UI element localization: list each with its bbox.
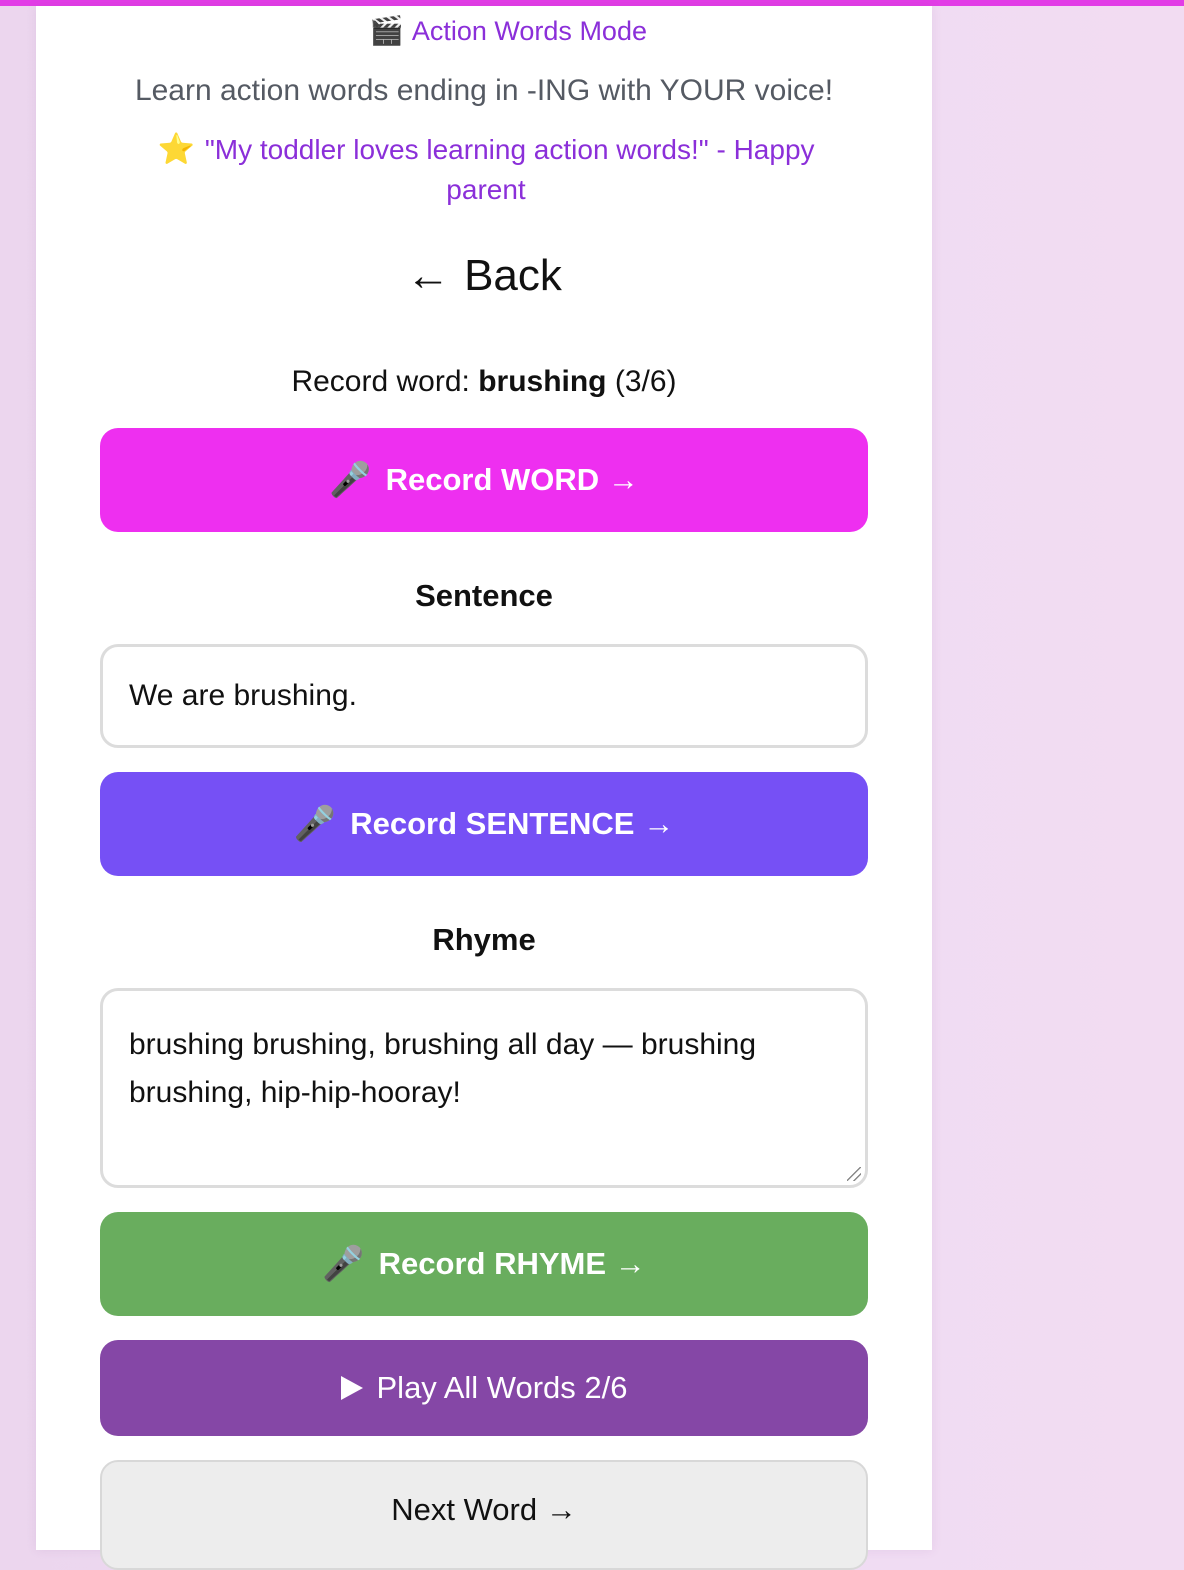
play-icon: [340, 1376, 363, 1400]
clapper-board-icon: 🎬: [369, 15, 404, 46]
mode-title-text: Action Words Mode: [411, 16, 647, 46]
next-word-button[interactable]: Next Word →: [100, 1460, 868, 1570]
record-rhyme-button-label: Record RHYME →: [378, 1246, 646, 1281]
rhyme-textarea-value: brushing brushing, brushing all day — br…: [129, 1028, 757, 1109]
back-button[interactable]: ← Back: [36, 248, 932, 304]
microphone-icon: 🎤: [322, 1245, 365, 1283]
record-word-button[interactable]: 🎤 Record WORD →: [100, 428, 868, 532]
record-sentence-button-label: Record SENTENCE →: [350, 806, 675, 841]
sentence-input-value: We are brushing.: [129, 679, 357, 712]
back-arrow-icon: ←: [406, 251, 451, 300]
record-sentence-button[interactable]: 🎤 Record SENTENCE →: [100, 772, 868, 876]
back-label: Back: [464, 251, 562, 300]
subtitle: Learn action words ending in -ING with Y…: [134, 74, 834, 107]
next-word-label: Next Word →: [391, 1492, 577, 1527]
word-progress: (3/6): [614, 365, 677, 398]
rhyme-textarea[interactable]: brushing brushing, brushing all day — br…: [100, 988, 868, 1188]
testimonial-text: "My toddler loves learning action words!…: [204, 134, 815, 205]
rhyme-label: Rhyme: [432, 922, 536, 957]
record-word-prefix: Record word:: [291, 365, 470, 398]
main-card: 🎬 Action Words Mode Learn action words en…: [36, 6, 932, 1570]
star-icon: ⭐: [157, 133, 195, 166]
record-word-button-label: Record WORD →: [385, 462, 639, 497]
sentence-input[interactable]: We are brushing.: [100, 644, 868, 748]
mode-title: 🎬 Action Words Mode: [36, 14, 932, 48]
current-word: brushing: [478, 365, 607, 398]
microphone-icon: 🎤: [329, 461, 372, 499]
record-rhyme-button[interactable]: 🎤 Record RHYME →: [100, 1212, 868, 1316]
sentence-label: Sentence: [415, 578, 553, 613]
resize-handle-icon[interactable]: [847, 1167, 861, 1181]
play-all-words-button[interactable]: Play All Words 2/6: [100, 1340, 868, 1436]
play-all-words-label: Play All Words 2/6: [376, 1370, 628, 1405]
record-word-status: Record word: brushing (3/6): [36, 362, 932, 402]
testimonial: ⭐ "My toddler loves learning action words…: [126, 130, 846, 210]
microphone-icon: 🎤: [293, 805, 337, 843]
